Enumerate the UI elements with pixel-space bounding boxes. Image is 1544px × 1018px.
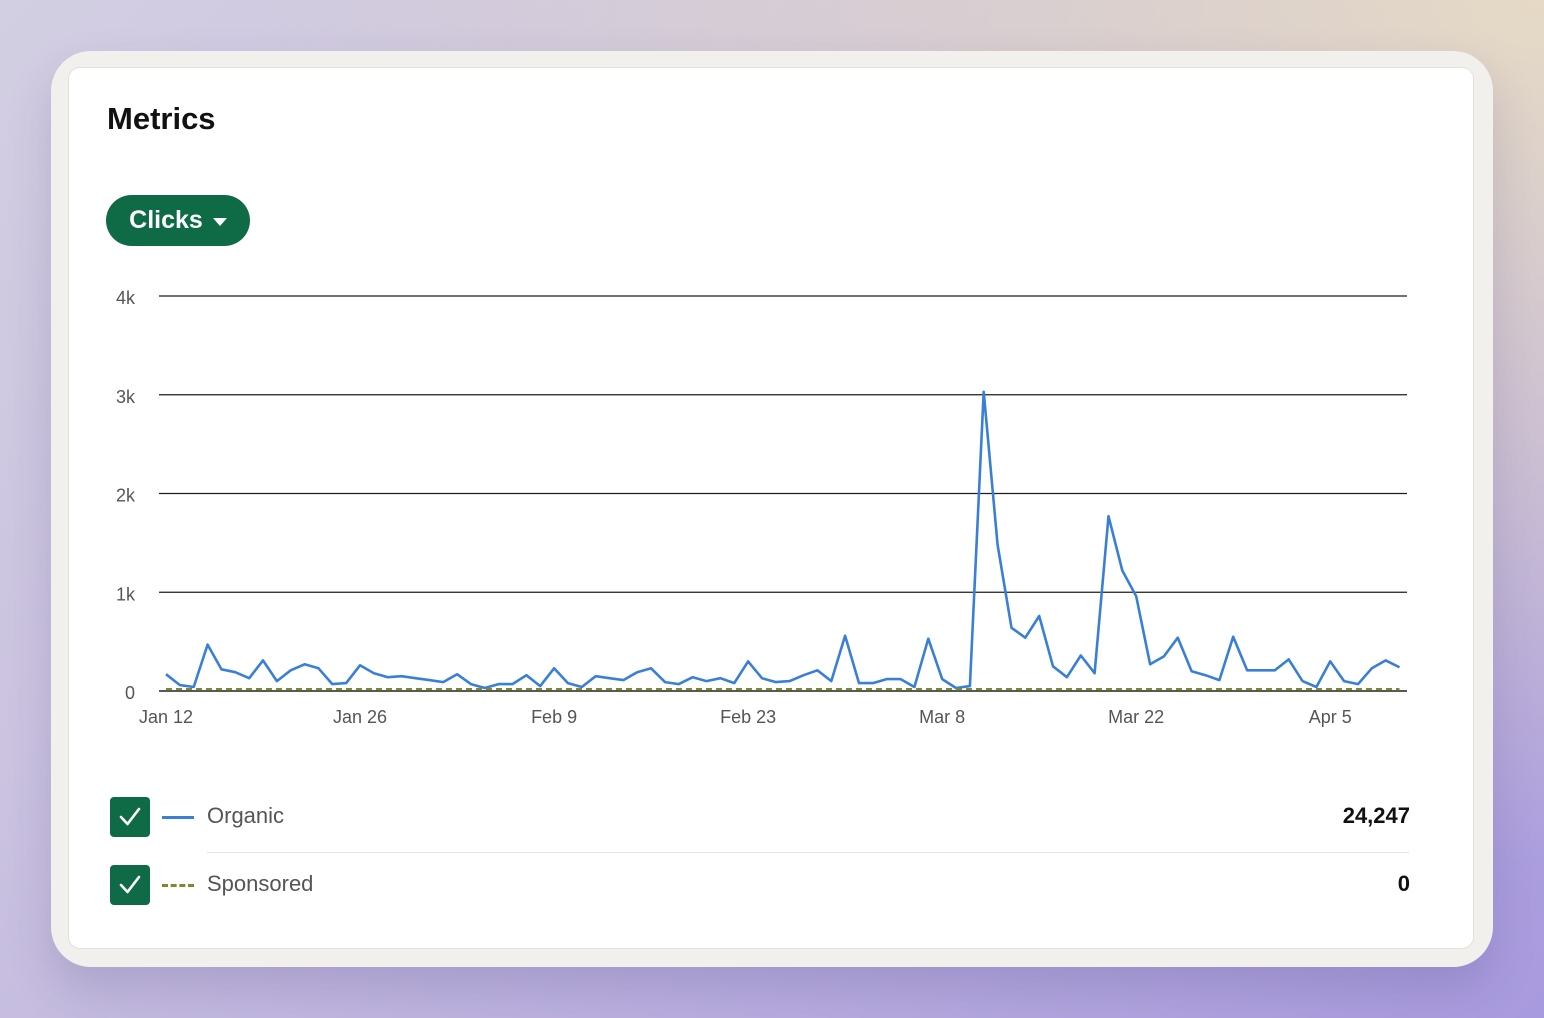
x-tick-label: Jan 26 bbox=[333, 707, 387, 727]
chart-grid bbox=[159, 295, 1407, 692]
sponsored-line-swatch bbox=[162, 884, 194, 887]
legend-value-sponsored: 0 bbox=[1397, 871, 1410, 896]
y-tick-label-1k: 1k bbox=[116, 584, 136, 604]
x-axis-ticks: Jan 12 Jan 26 Feb 9 Feb 23 Mar 8 Mar 22 Apr 5 bbox=[139, 707, 1352, 727]
checkmark-icon bbox=[119, 807, 141, 826]
checkmark-icon bbox=[119, 875, 141, 894]
legend-label-sponsored: Sponsored bbox=[207, 871, 314, 896]
x-tick-label: Feb 23 bbox=[720, 707, 776, 727]
y-axis-ticks: 0 1k 2k 3k 4k bbox=[116, 288, 136, 703]
x-tick-label: Jan 12 bbox=[139, 707, 193, 727]
legend-row-organic: Organic 24,247 bbox=[110, 797, 1410, 837]
chart-series bbox=[165, 390, 1401, 690]
legend-row-sponsored: Sponsored 0 bbox=[110, 865, 1410, 905]
x-tick-label: Mar 8 bbox=[919, 707, 965, 727]
x-tick-label: Feb 9 bbox=[531, 707, 577, 727]
organic-checkbox[interactable] bbox=[110, 797, 150, 837]
x-tick-label: Apr 5 bbox=[1309, 707, 1352, 727]
y-tick-label-4k: 4k bbox=[116, 288, 136, 308]
organic-line-swatch bbox=[162, 816, 194, 819]
y-tick-label-3k: 3k bbox=[116, 387, 136, 407]
legend-label-organic: Organic bbox=[207, 803, 285, 828]
x-tick-label: Mar 22 bbox=[1108, 707, 1164, 727]
y-tick-label-0: 0 bbox=[125, 683, 135, 703]
series-line-organic bbox=[165, 390, 1401, 690]
y-tick-label-2k: 2k bbox=[116, 486, 136, 506]
legend-value-organic: 24,247 bbox=[1342, 803, 1410, 828]
legend-divider bbox=[207, 852, 1409, 853]
sponsored-checkbox[interactable] bbox=[110, 865, 150, 905]
